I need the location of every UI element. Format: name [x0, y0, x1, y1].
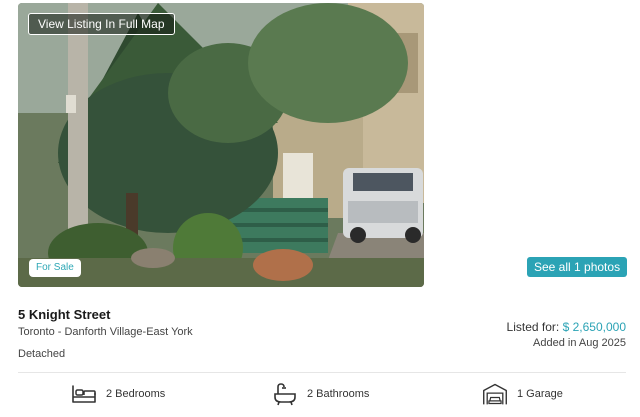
see-all-photos-button[interactable]: See all 1 photos [527, 257, 628, 277]
bed-icon [71, 381, 97, 407]
bedrooms-label: 2 Bedrooms [106, 388, 166, 400]
view-full-map-button[interactable]: View Listing In Full Map [28, 13, 175, 35]
property-type: Detached [18, 348, 66, 360]
bathrooms-label: 2 Bathrooms [307, 388, 370, 400]
price-line: Listed for: $ 2,650,000 [507, 320, 626, 334]
listing-area: Toronto - Danforth Village-East York [18, 326, 193, 338]
divider [18, 372, 626, 373]
street-view-image [18, 3, 424, 287]
status-badge: For Sale [29, 259, 81, 277]
bathtub-icon [272, 381, 298, 407]
view-full-map-label: View Listing In Full Map [38, 17, 165, 31]
garage-icon [482, 381, 508, 407]
listing-price: $ 2,650,000 [562, 320, 626, 334]
listing-address[interactable]: 5 Knight Street [18, 307, 110, 322]
price-label: Listed for: [506, 320, 560, 334]
feature-bathrooms: 2 Bathrooms [272, 381, 369, 407]
added-date: Added in Aug 2025 [533, 337, 626, 349]
feature-bedrooms: 2 Bedrooms [71, 381, 165, 407]
garage-label: 1 Garage [517, 388, 563, 400]
listing-photo[interactable] [18, 3, 424, 287]
feature-garage: 1 Garage [482, 381, 563, 407]
